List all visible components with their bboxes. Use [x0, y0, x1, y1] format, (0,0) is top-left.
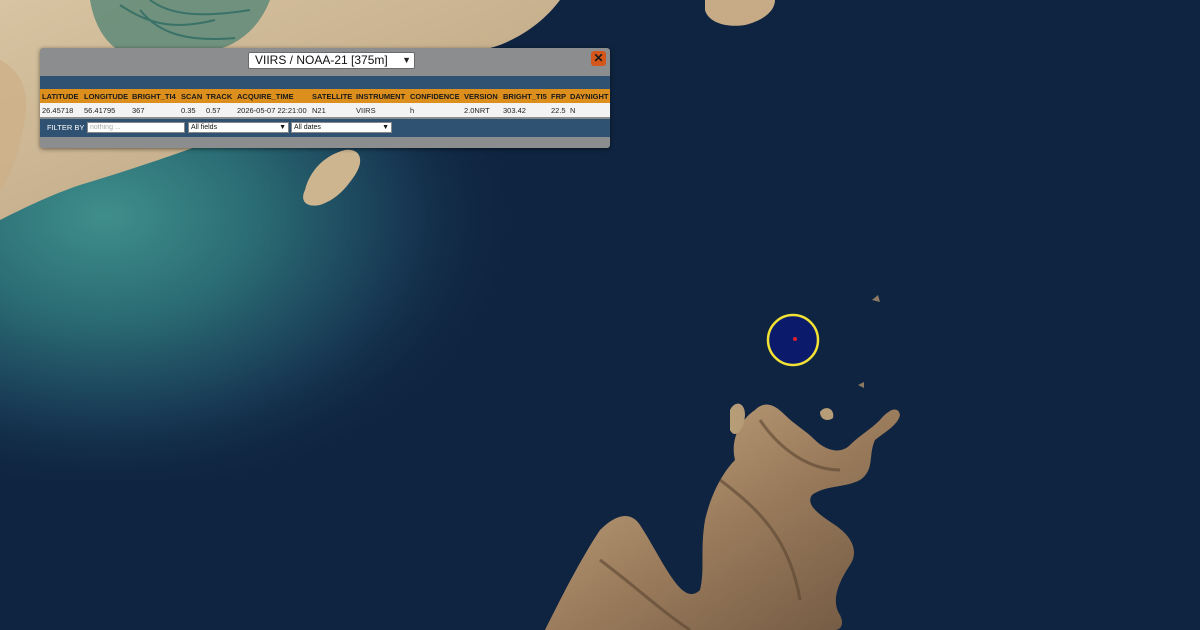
- column-header[interactable]: LATITUDE: [40, 89, 82, 103]
- filter-input[interactable]: [87, 122, 185, 133]
- fire-detection-marker[interactable]: [766, 313, 820, 367]
- table-cell: 0.57: [204, 103, 235, 117]
- islet-4: [858, 382, 864, 388]
- column-header[interactable]: DAYNIGHT: [568, 89, 610, 103]
- table-cell: 2.0NRT: [462, 103, 501, 117]
- column-header[interactable]: BRIGHT_TI5: [501, 89, 549, 103]
- layer-select[interactable]: VIIRS / NOAA-21 [375m] ▼: [248, 52, 415, 69]
- filter-bar: FILTER BY All fields ▼ All dates ▼: [40, 119, 610, 137]
- field-select-value: All fields: [191, 124, 218, 131]
- islet-3: [872, 295, 880, 302]
- chevron-down-icon: ▼: [279, 124, 286, 131]
- close-button[interactable]: ✕: [591, 51, 606, 66]
- column-header[interactable]: VERSION: [462, 89, 501, 103]
- table-header-row: LATITUDE LONGITUDE BRIGHT_TI4 SCAN TRACK…: [40, 89, 610, 103]
- table-cell: VIIRS: [354, 103, 408, 117]
- data-panel: VIIRS / NOAA-21 [375m] ▼ ✕ LATITUDE LONG…: [40, 48, 610, 148]
- date-select[interactable]: All dates ▼: [291, 122, 392, 133]
- table-row[interactable]: 26.45718 56.41795 367 0.35 0.57 2026-05-…: [40, 103, 610, 117]
- panel-header: VIIRS / NOAA-21 [375m] ▼ ✕: [40, 48, 610, 74]
- table-cell: 367: [130, 103, 179, 117]
- column-header[interactable]: INSTRUMENT: [354, 89, 408, 103]
- field-select[interactable]: All fields ▼: [188, 122, 289, 133]
- island-north: [705, 0, 775, 26]
- table-cell: N21: [310, 103, 354, 117]
- panel-band: [40, 76, 610, 89]
- column-header[interactable]: BRIGHT_TI4: [130, 89, 179, 103]
- column-header[interactable]: FRP: [549, 89, 568, 103]
- table-cell: N: [568, 103, 610, 117]
- table-cell: 2026-05-07 22:21:00: [235, 103, 310, 117]
- table-cell: 303.42: [501, 103, 549, 117]
- close-icon: ✕: [593, 51, 604, 65]
- chevron-down-icon: ▼: [402, 55, 411, 65]
- table-cell: h: [408, 103, 462, 117]
- table-cell: 22.5: [549, 103, 568, 117]
- column-header[interactable]: CONFIDENCE: [408, 89, 462, 103]
- column-header[interactable]: LONGITUDE: [82, 89, 130, 103]
- column-header[interactable]: ACQUIRE_TIME: [235, 89, 310, 103]
- table-cell: 56.41795: [82, 103, 130, 117]
- column-header[interactable]: SATELLITE: [310, 89, 354, 103]
- chevron-down-icon: ▼: [382, 124, 389, 131]
- column-header[interactable]: TRACK: [204, 89, 235, 103]
- islet-2: [820, 408, 834, 420]
- column-header[interactable]: SCAN: [179, 89, 204, 103]
- table-cell: 0.35: [179, 103, 204, 117]
- filter-label: FILTER BY: [47, 123, 85, 132]
- fire-data-table: LATITUDE LONGITUDE BRIGHT_TI4 SCAN TRACK…: [40, 89, 610, 117]
- date-select-value: All dates: [294, 124, 321, 131]
- table-cell: 26.45718: [40, 103, 82, 117]
- layer-select-value: VIIRS / NOAA-21 [375m]: [255, 53, 388, 67]
